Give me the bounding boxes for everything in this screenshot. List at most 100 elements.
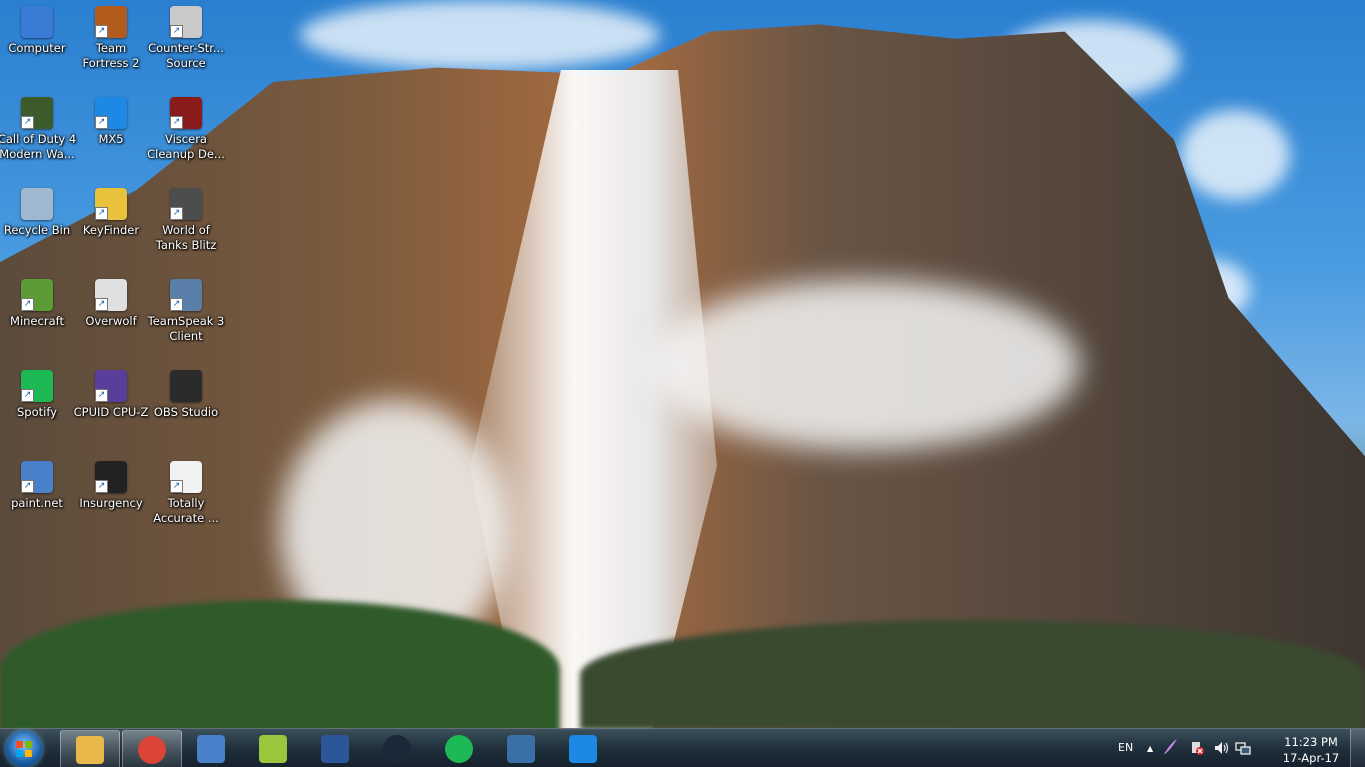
steam-icon bbox=[383, 734, 411, 763]
notepad-icon bbox=[259, 734, 287, 763]
desktop-icon-maxthon[interactable]: ↗ MX5 bbox=[74, 91, 148, 171]
shortcut-arrow-icon: ↗ bbox=[21, 480, 34, 493]
shortcut-arrow-icon: ↗ bbox=[95, 207, 108, 220]
desktop-icon-label: paint.net bbox=[11, 496, 63, 510]
world-of-tanks-icon: ↗ bbox=[170, 188, 202, 220]
desktop-icon-label: Minecraft bbox=[10, 314, 64, 328]
desktop-icon-cpu-z[interactable]: ↗ CPUID CPU-Z bbox=[74, 364, 148, 444]
desktop-icon-obs[interactable]: OBS Studio bbox=[149, 364, 223, 444]
desktop-icon-label: Recycle Bin bbox=[3, 223, 71, 237]
desktop-icon-label: TeamSpeak 3 Client bbox=[147, 314, 225, 343]
paint-net-button[interactable] bbox=[182, 730, 240, 767]
desktop-icon-label: Team Fortress 2 bbox=[82, 41, 140, 70]
overwolf-icon: ↗ bbox=[95, 279, 127, 311]
desktop-icon-keyfinder[interactable]: ↗ KeyFinder bbox=[74, 182, 148, 262]
obs-icon bbox=[170, 370, 202, 402]
document-icon: ↗ bbox=[170, 461, 202, 493]
shortcut-arrow-icon: ↗ bbox=[95, 480, 108, 493]
desktop-icon-recycle-bin[interactable]: Recycle Bin bbox=[0, 182, 74, 262]
desktop-icon-label: Totally Accurate ... bbox=[153, 496, 219, 525]
minecraft-icon: ↗ bbox=[21, 279, 53, 311]
maxthon-icon: ↗ bbox=[95, 97, 127, 129]
viscera-icon: ↗ bbox=[170, 97, 202, 129]
feather-icon[interactable] bbox=[1162, 738, 1178, 759]
desktop-icon-label: MX5 bbox=[98, 132, 124, 146]
show-desktop-button[interactable] bbox=[1350, 729, 1365, 767]
monitor-icon bbox=[507, 734, 535, 763]
desktop[interactable]: Computer ↗ Team Fortress 2 ↗ Counter-Str... … bbox=[0, 0, 1365, 767]
keyfinder-icon: ↗ bbox=[95, 188, 127, 220]
call-of-duty-icon: ↗ bbox=[21, 97, 53, 129]
spotify-button[interactable] bbox=[430, 730, 488, 767]
desktop-icon-overwolf[interactable]: ↗ Overwolf bbox=[74, 273, 148, 353]
shortcut-arrow-icon: ↗ bbox=[95, 389, 108, 402]
shortcut-arrow-icon: ↗ bbox=[170, 207, 183, 220]
start-button[interactable] bbox=[6, 731, 42, 767]
windows-logo-icon bbox=[16, 741, 32, 757]
desktop-icon-counter-strike[interactable]: ↗ Counter-Str... Source bbox=[148, 0, 224, 80]
team-fortress-icon: ↗ bbox=[95, 6, 127, 38]
chrome-icon bbox=[138, 735, 166, 764]
notepad-button[interactable] bbox=[244, 730, 302, 767]
desktop-icon-label: Computer bbox=[8, 41, 66, 55]
desktop-icon-label: CPUID CPU-Z bbox=[73, 405, 149, 419]
desktop-icon-label: Spotify bbox=[17, 405, 57, 419]
maxthon-button[interactable] bbox=[554, 730, 612, 767]
desktop-icon-teamspeak[interactable]: ↗ TeamSpeak 3 Client bbox=[147, 273, 225, 353]
desktop-icon-label: Viscera Cleanup De... bbox=[147, 132, 225, 161]
folder-icon bbox=[76, 735, 104, 764]
chrome-button[interactable] bbox=[122, 730, 182, 767]
desktop-icon-label: OBS Studio bbox=[153, 405, 219, 419]
shortcut-arrow-icon: ↗ bbox=[21, 389, 34, 402]
desktop-icon-insurgency[interactable]: ↗ Insurgency bbox=[74, 455, 148, 535]
word-button[interactable] bbox=[306, 730, 364, 767]
desktop-icon-computer[interactable]: Computer bbox=[0, 0, 74, 80]
clock[interactable]: 11:23 PM 17-Apr-17 bbox=[1279, 734, 1343, 766]
computer-icon bbox=[21, 6, 53, 38]
shortcut-arrow-icon: ↗ bbox=[21, 298, 34, 311]
desktop-icon-call-of-duty[interactable]: ↗ Call of Duty 4 Modern Wa... bbox=[0, 91, 77, 171]
cpu-z-icon: ↗ bbox=[95, 370, 127, 402]
shortcut-arrow-icon: ↗ bbox=[170, 116, 183, 129]
desktop-icon-paint-net[interactable]: ↗ paint.net bbox=[0, 455, 74, 535]
file-explorer-button[interactable] bbox=[60, 730, 120, 767]
desktop-icon-label: World of Tanks Blitz bbox=[155, 223, 217, 252]
desktop-icon-world-of-tanks[interactable]: ↗ World of Tanks Blitz bbox=[149, 182, 223, 262]
shortcut-arrow-icon: ↗ bbox=[170, 298, 183, 311]
desktop-icon-team-fortress[interactable]: ↗ Team Fortress 2 bbox=[74, 0, 148, 80]
maxthon-icon bbox=[569, 734, 597, 763]
monitor-app-button[interactable] bbox=[492, 730, 550, 767]
word-icon bbox=[321, 734, 349, 763]
show-hidden-icons-button[interactable]: ▲ bbox=[1147, 744, 1153, 753]
wallpaper-mist bbox=[650, 280, 1080, 450]
wallpaper-forest bbox=[580, 620, 1365, 730]
shortcut-arrow-icon: ↗ bbox=[170, 25, 183, 38]
shortcut-arrow-icon: ↗ bbox=[95, 116, 108, 129]
language-indicator[interactable]: EN bbox=[1118, 741, 1133, 754]
system-tray: EN ▲ 11:23 PM 17-Apr-17 bbox=[1105, 729, 1365, 767]
shortcut-arrow-icon: ↗ bbox=[170, 480, 183, 493]
desktop-icon-label: Counter-Str... Source bbox=[148, 41, 224, 70]
clock-date: 17-Apr-17 bbox=[1282, 751, 1340, 765]
desktop-icon-minecraft[interactable]: ↗ Minecraft bbox=[0, 273, 74, 353]
desktop-icon-label: KeyFinder bbox=[82, 223, 140, 237]
paint-net-icon bbox=[197, 734, 225, 763]
desktop-icon-viscera[interactable]: ↗ Viscera Cleanup De... bbox=[147, 91, 225, 171]
desktop-icon-spotify[interactable]: ↗ Spotify bbox=[0, 364, 74, 444]
wallpaper-trees bbox=[0, 600, 560, 740]
volume-icon[interactable] bbox=[1213, 740, 1229, 759]
shortcut-arrow-icon: ↗ bbox=[95, 25, 108, 38]
spotify-icon bbox=[445, 734, 473, 763]
action-center-icon[interactable] bbox=[1190, 740, 1204, 759]
recycle-bin-icon bbox=[21, 188, 53, 220]
desktop-icon-label: Overwolf bbox=[85, 314, 137, 328]
teamspeak-icon: ↗ bbox=[170, 279, 202, 311]
wallpaper-cloud bbox=[300, 0, 660, 70]
network-icon[interactable] bbox=[1235, 740, 1251, 759]
insurgency-icon: ↗ bbox=[95, 461, 127, 493]
spotify-icon: ↗ bbox=[21, 370, 53, 402]
desktop-icon-document[interactable]: ↗ Totally Accurate ... bbox=[149, 455, 223, 535]
desktop-icon-label: Call of Duty 4 Modern Wa... bbox=[0, 132, 77, 161]
counter-strike-icon: ↗ bbox=[170, 6, 202, 38]
steam-button[interactable] bbox=[368, 730, 426, 767]
